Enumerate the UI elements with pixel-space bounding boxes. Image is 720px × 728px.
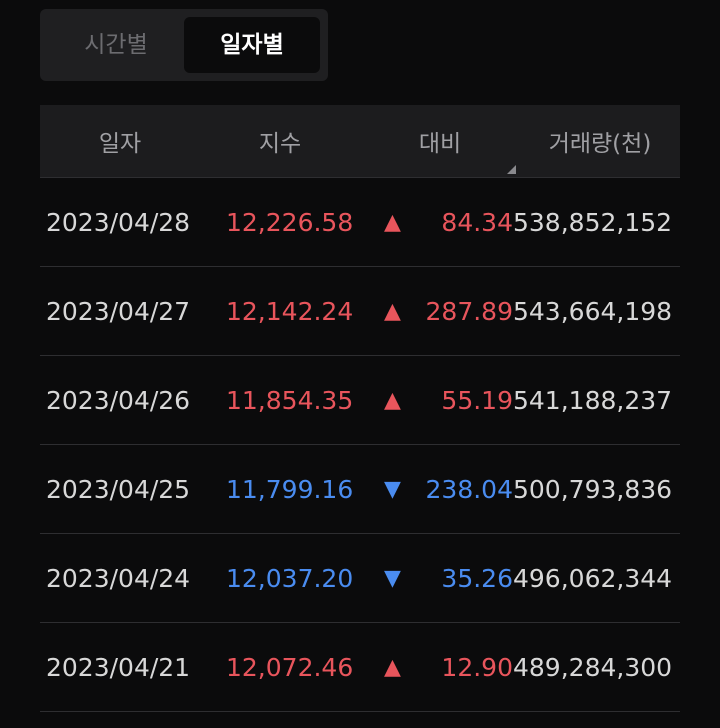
- table-row[interactable]: 2023/04/26 11,854.35 ▲ 55.19 541,188,237: [40, 356, 680, 445]
- up-arrow-icon: ▲: [384, 209, 401, 235]
- diff-cell: 84.34: [441, 207, 513, 237]
- table-header: 일자 지수 대비 거래량(천): [40, 105, 680, 178]
- volume-cell: 500,793,836: [513, 474, 673, 504]
- volume-cell: 543,664,198: [513, 296, 673, 326]
- index-cell: 12,142.24: [226, 296, 354, 326]
- volume-cell: 489,284,300: [513, 652, 673, 682]
- header-index[interactable]: 지수: [200, 124, 360, 158]
- header-date[interactable]: 일자: [40, 124, 200, 158]
- diff-cell: 238.04: [425, 474, 513, 504]
- index-cell: 11,854.35: [226, 385, 354, 415]
- date-cell: 2023/04/24: [46, 563, 191, 593]
- volume-cell: 541,188,237: [513, 385, 673, 415]
- diff-cell: 35.26: [441, 563, 513, 593]
- date-cell: 2023/04/27: [46, 296, 191, 326]
- date-cell: 2023/04/25: [46, 474, 191, 504]
- diff-cell: 55.19: [441, 385, 513, 415]
- down-arrow-icon: ▼: [384, 565, 401, 591]
- down-arrow-icon: ▼: [384, 476, 401, 502]
- tab-daily[interactable]: 일자별: [184, 17, 320, 73]
- index-table: 일자 지수 대비 거래량(천) 2023/04/28 12,226.58 ▲ 84.3…: [40, 105, 680, 712]
- index-cell: 12,037.20: [226, 563, 354, 593]
- table-row[interactable]: 2023/04/24 12,037.20 ▼ 35.26 496,062,344: [40, 534, 680, 623]
- header-volume[interactable]: 거래량(천): [520, 124, 680, 158]
- index-cell: 12,226.58: [226, 207, 354, 237]
- table-row[interactable]: 2023/04/25 11,799.16 ▼ 238.04 500,793,836: [40, 445, 680, 534]
- date-cell: 2023/04/21: [46, 652, 191, 682]
- index-cell: 12,072.46: [226, 652, 354, 682]
- sort-indicator-icon: [507, 165, 516, 174]
- diff-cell: 287.89: [425, 296, 513, 326]
- table-row[interactable]: 2023/04/28 12,226.58 ▲ 84.34 538,852,152: [40, 178, 680, 267]
- diff-cell: 12.90: [441, 652, 513, 682]
- up-arrow-icon: ▲: [384, 387, 401, 413]
- period-tab-group: 시간별 일자별: [40, 9, 328, 81]
- date-cell: 2023/04/28: [46, 207, 191, 237]
- table-row[interactable]: 2023/04/27 12,142.24 ▲ 287.89 543,664,198: [40, 267, 680, 356]
- index-cell: 11,799.16: [226, 474, 354, 504]
- up-arrow-icon: ▲: [384, 298, 401, 324]
- volume-cell: 496,062,344: [513, 563, 673, 593]
- table-row[interactable]: 2023/04/21 12,072.46 ▲ 12.90 489,284,300: [40, 623, 680, 712]
- tab-hourly[interactable]: 시간별: [48, 17, 184, 73]
- header-diff[interactable]: 대비: [360, 124, 520, 158]
- volume-cell: 538,852,152: [513, 207, 673, 237]
- up-arrow-icon: ▲: [384, 654, 401, 680]
- table-body: 2023/04/28 12,226.58 ▲ 84.34 538,852,152 2023…: [40, 178, 680, 712]
- date-cell: 2023/04/26: [46, 385, 191, 415]
